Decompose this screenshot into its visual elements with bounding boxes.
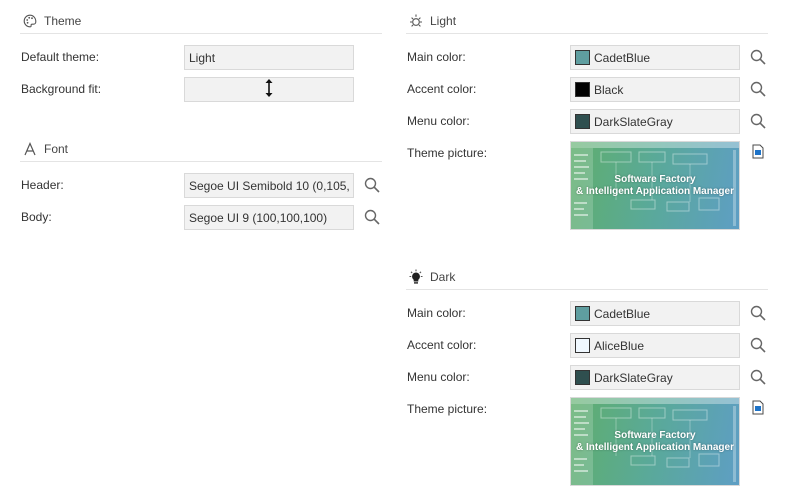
- light-accent-color-search-button[interactable]: [749, 81, 767, 99]
- dark-menu-color-field[interactable]: DarkSlateGray: [570, 365, 740, 390]
- header-font-search-button[interactable]: [363, 177, 381, 195]
- light-theme-picture-caption: Software Factory & Intelligent Applicati…: [576, 174, 734, 197]
- font-section-divider: [20, 161, 382, 162]
- font-section-title: Font: [44, 142, 69, 156]
- dark-main-color-label: Main color:: [407, 306, 466, 320]
- body-font-field[interactable]: Segoe UI 9 (100,100,100): [184, 205, 354, 230]
- theme-section-header: Theme: [22, 12, 81, 30]
- search-icon: [364, 209, 380, 228]
- search-icon: [750, 369, 766, 388]
- dark-menu-color-search-button[interactable]: [749, 369, 767, 387]
- search-icon: [750, 337, 766, 356]
- default-theme-value: Light: [189, 50, 216, 65]
- light-main-color-search-button[interactable]: [749, 49, 767, 67]
- search-icon: [750, 81, 766, 100]
- light-menu-color-swatch: [575, 114, 590, 129]
- dark-accent-color-swatch: [575, 338, 590, 353]
- font-icon: [22, 141, 38, 157]
- lightbulb-icon: [408, 269, 424, 285]
- dark-menu-color-label: Menu color:: [407, 370, 470, 384]
- search-icon: [364, 177, 380, 196]
- light-accent-color-swatch: [575, 82, 590, 97]
- dark-main-color-value: CadetBlue: [594, 306, 651, 321]
- vertical-resize-icon: [264, 78, 274, 101]
- body-font-search-button[interactable]: [363, 209, 381, 227]
- palette-icon: [22, 13, 38, 29]
- default-theme-label: Default theme:: [21, 50, 100, 64]
- light-section-divider: [406, 33, 768, 34]
- dark-section-header: Dark: [408, 268, 455, 286]
- light-menu-color-value: DarkSlateGray: [594, 114, 673, 129]
- light-section-title: Light: [430, 14, 457, 28]
- dark-menu-color-value: DarkSlateGray: [594, 370, 673, 385]
- dark-accent-color-value: AliceBlue: [594, 338, 645, 353]
- dark-main-color-swatch: [575, 306, 590, 321]
- body-font-value: Segoe UI 9 (100,100,100): [189, 210, 328, 225]
- light-main-color-value: CadetBlue: [594, 50, 651, 65]
- dark-theme-picture[interactable]: Software Factory & Intelligent Applicati…: [570, 397, 740, 486]
- theme-section-divider: [20, 33, 382, 34]
- light-main-color-field[interactable]: CadetBlue: [570, 45, 740, 70]
- header-font-field[interactable]: Segoe UI Semibold 10 (0,105,: [184, 173, 354, 198]
- light-theme-picture-file-button[interactable]: [751, 144, 765, 162]
- background-fit-field[interactable]: [184, 77, 354, 102]
- dark-theme-picture-file-button[interactable]: [751, 400, 765, 418]
- background-fit-label: Background fit:: [21, 82, 102, 96]
- light-section-header: Light: [408, 12, 456, 30]
- file-icon: [752, 144, 764, 162]
- search-icon: [750, 49, 766, 68]
- dark-menu-color-swatch: [575, 370, 590, 385]
- light-menu-color-label: Menu color:: [407, 114, 470, 128]
- dark-theme-picture-label: Theme picture:: [407, 402, 488, 416]
- header-font-label: Header:: [21, 178, 64, 192]
- light-menu-color-field[interactable]: DarkSlateGray: [570, 109, 740, 134]
- dark-section-title: Dark: [430, 270, 456, 284]
- light-main-color-swatch: [575, 50, 590, 65]
- dark-section-divider: [406, 289, 768, 290]
- dark-main-color-search-button[interactable]: [749, 305, 767, 323]
- light-theme-picture[interactable]: Software Factory & Intelligent Applicati…: [570, 141, 740, 230]
- dark-accent-color-field[interactable]: AliceBlue: [570, 333, 740, 358]
- dark-accent-color-search-button[interactable]: [749, 337, 767, 355]
- dark-theme-picture-caption: Software Factory & Intelligent Applicati…: [576, 430, 734, 453]
- font-section-header: Font: [22, 140, 68, 158]
- light-accent-color-field[interactable]: Black: [570, 77, 740, 102]
- light-main-color-label: Main color:: [407, 50, 466, 64]
- search-icon: [750, 113, 766, 132]
- light-menu-color-search-button[interactable]: [749, 113, 767, 131]
- light-theme-picture-label: Theme picture:: [407, 146, 488, 160]
- body-font-label: Body:: [21, 210, 52, 224]
- dark-accent-color-label: Accent color:: [407, 338, 477, 352]
- search-icon: [750, 305, 766, 324]
- default-theme-field[interactable]: Light: [184, 45, 354, 70]
- light-accent-color-value: Black: [594, 82, 624, 97]
- sun-icon: [408, 13, 424, 29]
- theme-section-title: Theme: [44, 14, 82, 28]
- dark-main-color-field[interactable]: CadetBlue: [570, 301, 740, 326]
- light-accent-color-label: Accent color:: [407, 82, 477, 96]
- header-font-value: Segoe UI Semibold 10 (0,105,: [189, 178, 350, 193]
- file-icon: [752, 400, 764, 418]
